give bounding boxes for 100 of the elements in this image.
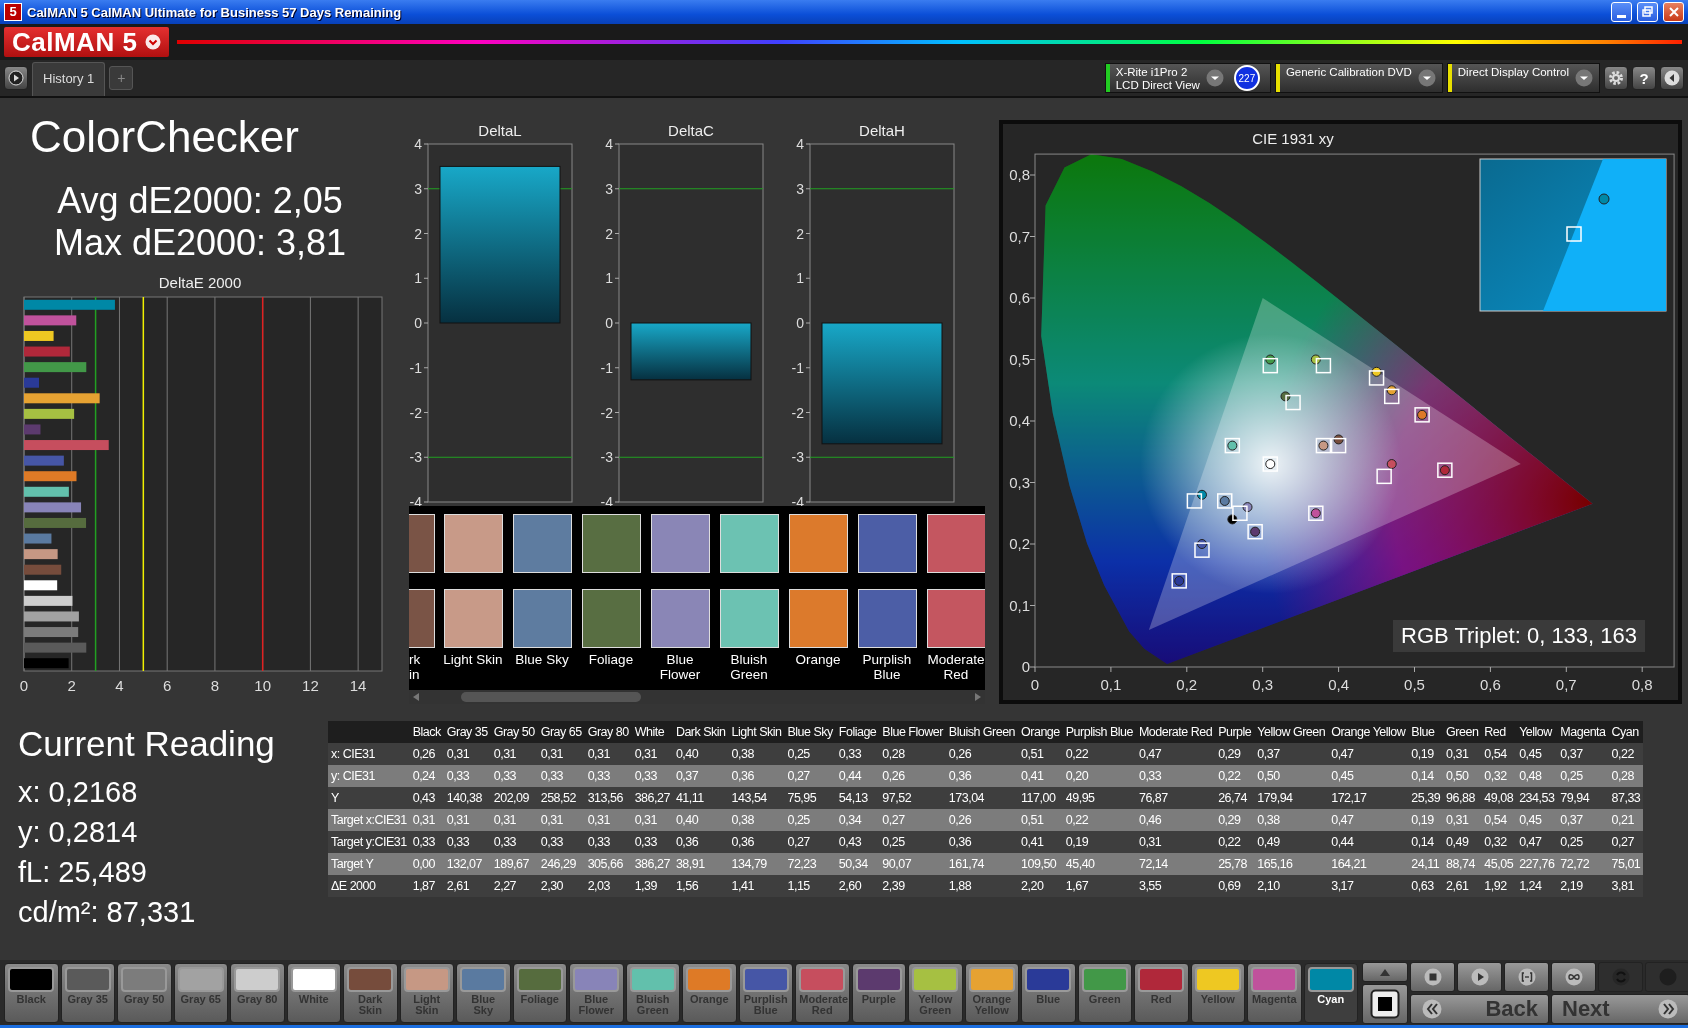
- table-cell: 0,31: [443, 809, 491, 831]
- source-selector[interactable]: X-Rite i1Pro 2 LCD Direct View 227: [1104, 63, 1271, 93]
- table-cell: 0,33: [537, 765, 585, 787]
- table-cell: 0,24: [409, 765, 444, 787]
- table-cell: 49,08: [1481, 787, 1517, 809]
- source-selector[interactable]: Generic Calibration DVD: [1274, 63, 1443, 93]
- table-cell: 1,39: [631, 875, 673, 897]
- tab[interactable]: History 1: [32, 62, 106, 96]
- table-cell: 0,37: [1254, 743, 1329, 765]
- tick-label: 6: [163, 677, 172, 694]
- stop-button[interactable]: [1362, 983, 1408, 1024]
- column-header: Moderate Red: [1135, 721, 1216, 743]
- tick-label: 4: [796, 136, 804, 152]
- row-header: Y: [328, 787, 410, 809]
- chart-title: DeltaC: [668, 122, 714, 139]
- tick-label: 4: [414, 136, 422, 152]
- patch-button[interactable]: Gray 80: [230, 962, 285, 1023]
- patch-button[interactable]: Black: [4, 962, 59, 1023]
- source-selector[interactable]: Direct Display Control: [1446, 63, 1600, 93]
- table-cell: 0,29: [1215, 743, 1255, 765]
- table-cell: 0,22: [1608, 743, 1644, 765]
- tick-label: -3: [791, 449, 804, 466]
- patch-button[interactable]: Foliage: [512, 962, 567, 1023]
- table-cell: 305,66: [584, 853, 632, 875]
- logo-menu-button[interactable]: CalMAN 5: [4, 27, 170, 57]
- tick-label: 1: [414, 270, 422, 287]
- loop-button[interactable]: [1551, 961, 1596, 992]
- target-marker: [1384, 388, 1400, 405]
- table-cell: 0,19: [1062, 831, 1136, 853]
- bar: [24, 486, 69, 497]
- add-tab-button[interactable]: +: [109, 66, 134, 90]
- restore-button[interactable]: [1637, 2, 1658, 22]
- reading-value: fL: 25,489: [18, 855, 148, 890]
- tick-label: -3: [409, 449, 422, 466]
- play-icon: [8, 70, 24, 86]
- help-button[interactable]: ?: [1632, 66, 1656, 90]
- next-button[interactable]: Next: [1551, 993, 1688, 1024]
- tick-label: 0,5: [1404, 676, 1425, 693]
- collapse-button[interactable]: [1660, 66, 1684, 90]
- patch-button[interactable]: Cyan: [1303, 962, 1358, 1023]
- tick-label: 3: [414, 180, 422, 197]
- source-label: Direct Display Control: [1457, 66, 1569, 79]
- table-cell: 0,33: [409, 831, 444, 853]
- patch-button[interactable]: Gray 35: [60, 962, 115, 1023]
- table-cell: 0,36: [945, 765, 1019, 787]
- tick-label: 0,3: [1009, 473, 1030, 491]
- bar: [24, 408, 75, 419]
- patch-button[interactable]: Purple: [851, 962, 906, 1023]
- close-icon: [1666, 5, 1681, 19]
- tick-label: 0,5: [1009, 350, 1030, 368]
- swatch-label: Moderate Red: [926, 652, 985, 682]
- table-cell: 0,31: [1135, 831, 1216, 853]
- scroll-up-button[interactable]: [1362, 961, 1408, 982]
- table-cell: 50,34: [835, 853, 880, 875]
- table-cell: 2,61: [1443, 875, 1482, 897]
- table-cell: 96,88: [1443, 787, 1482, 809]
- scrollbar-thumb[interactable]: [461, 692, 641, 702]
- table-cell: 24,11: [1408, 853, 1444, 875]
- close-button[interactable]: [1663, 2, 1684, 22]
- play-button[interactable]: [4, 66, 28, 90]
- back-button[interactable]: Back: [1410, 993, 1549, 1024]
- row-header: Target Y: [328, 853, 410, 875]
- table-cell: 0,50: [1254, 765, 1329, 787]
- table-cell: 49,95: [1062, 787, 1136, 809]
- stop-button[interactable]: [1410, 961, 1455, 992]
- table-cell: 0,27: [1608, 831, 1644, 853]
- column-header: Purplish Blue: [1062, 721, 1136, 743]
- table-cell: 1,15: [784, 875, 836, 897]
- range-button[interactable]: [1504, 961, 1549, 992]
- table-cell: 246,29: [537, 853, 585, 875]
- measured-point: [1265, 354, 1276, 365]
- tick-label: -1: [409, 359, 422, 376]
- table-cell: 54,13: [835, 787, 880, 809]
- measured-swatch: [857, 589, 917, 648]
- table-cell: 0,26: [945, 743, 1019, 765]
- patch-button[interactable]: Blue: [1021, 962, 1076, 1023]
- play-button[interactable]: [1457, 961, 1502, 992]
- table-cell: 0,31: [1443, 743, 1482, 765]
- stop-icon: [1370, 988, 1400, 1019]
- reading-value: x: 0,2168: [18, 775, 139, 810]
- patch-button[interactable]: Gray 65: [173, 962, 228, 1023]
- minimize-button[interactable]: [1611, 2, 1632, 22]
- table-cell: 0,63: [1408, 875, 1444, 897]
- patch-button[interactable]: Gray 50: [117, 962, 172, 1023]
- table-cell: 0,31: [584, 809, 632, 831]
- patch-button[interactable]: Orange: [682, 962, 737, 1023]
- table-cell: 0,32: [1481, 831, 1517, 853]
- settings-button[interactable]: [1604, 66, 1628, 90]
- table-cell: 313,56: [584, 787, 632, 809]
- patch-button[interactable]: White: [286, 962, 341, 1023]
- bar: [24, 642, 87, 653]
- measured-point: [1333, 434, 1344, 445]
- patch-button[interactable]: Magenta: [1247, 962, 1302, 1023]
- tick-label: 1: [605, 270, 613, 287]
- table-cell: 189,67: [490, 853, 538, 875]
- patch-button[interactable]: Red: [1134, 962, 1189, 1023]
- patch-button[interactable]: Yellow: [1190, 962, 1245, 1023]
- patch-button[interactable]: Green: [1077, 962, 1132, 1023]
- table-cell: 2,10: [1254, 875, 1329, 897]
- chart-title: DeltaH: [859, 122, 905, 139]
